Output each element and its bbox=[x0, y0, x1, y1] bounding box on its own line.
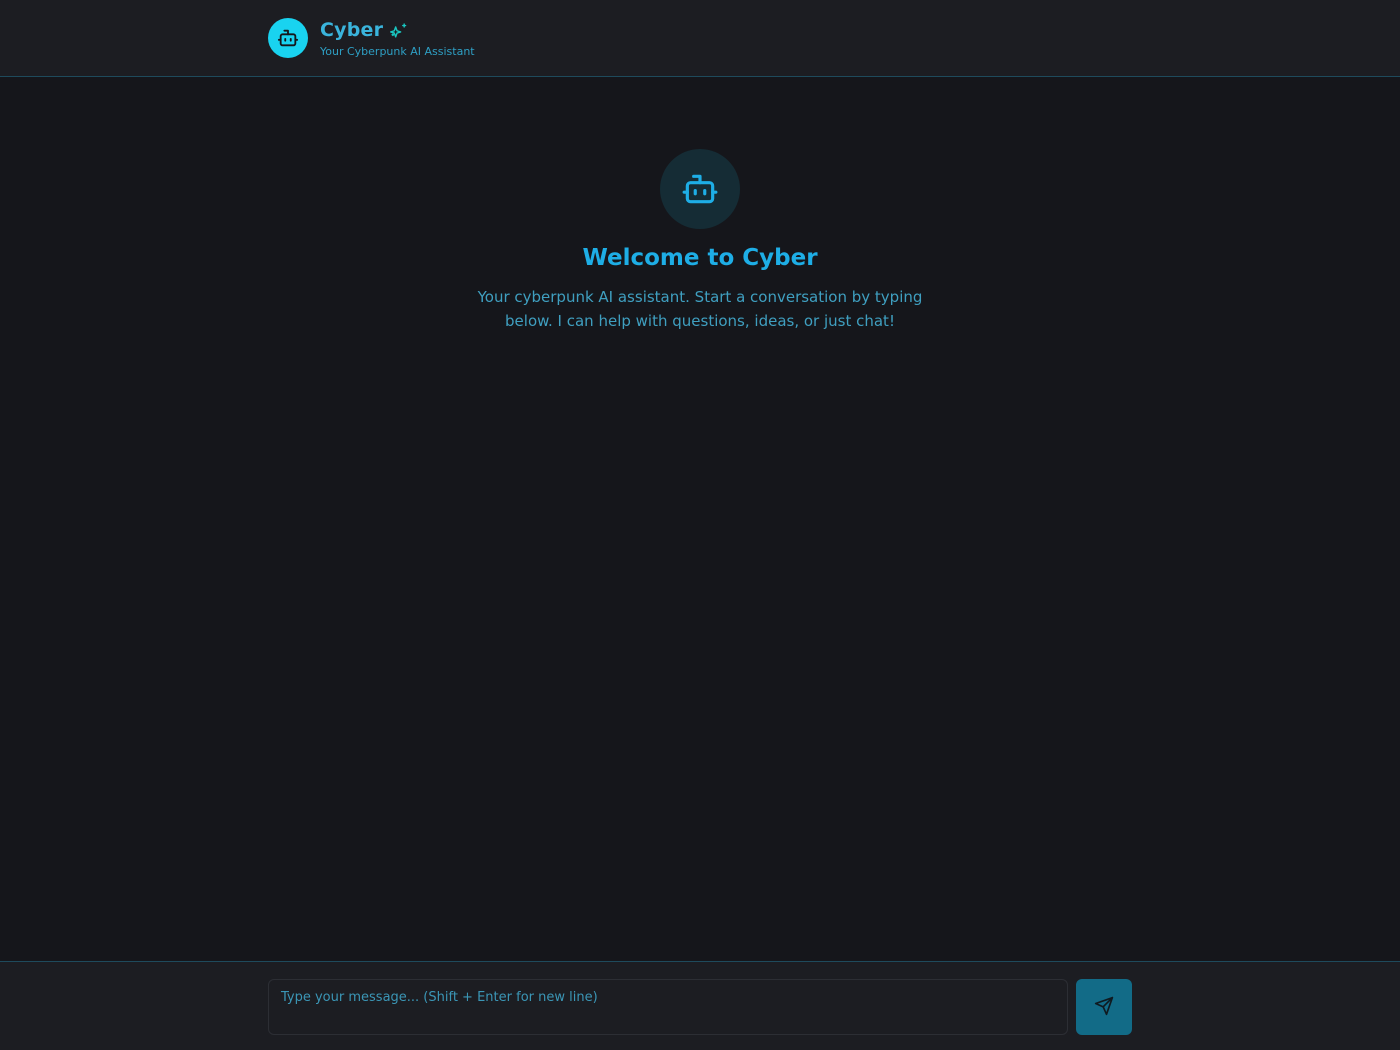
message-input[interactable] bbox=[268, 979, 1068, 1035]
send-button[interactable] bbox=[1076, 979, 1132, 1035]
app-title: Cyber bbox=[320, 19, 384, 41]
welcome-title: Welcome to Cyber bbox=[582, 245, 818, 271]
composer-bar bbox=[0, 961, 1400, 1050]
bot-logo-icon bbox=[268, 18, 308, 58]
welcome-text: Your cyberpunk AI assistant. Start a con… bbox=[477, 288, 923, 330]
bot-icon bbox=[660, 149, 740, 229]
chat-area: Welcome to Cyber Your cyberpunk AI assis… bbox=[0, 77, 1400, 961]
sparkles-icon bbox=[390, 22, 407, 39]
send-icon bbox=[1094, 996, 1114, 1019]
app-header: Cyber Your Cyberpunk AI Assistant bbox=[0, 0, 1400, 77]
app-title-row: Cyber bbox=[320, 18, 407, 42]
app-subtitle: Your Cyberpunk AI Assistant bbox=[320, 45, 475, 58]
